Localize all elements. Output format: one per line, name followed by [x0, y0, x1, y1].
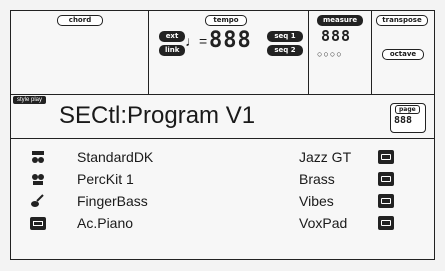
transpose-cell: transpose octave: [372, 11, 434, 94]
link-indicator: link: [159, 45, 185, 56]
seq2-indicator: seq 2: [267, 45, 303, 56]
tempo-label: tempo: [205, 15, 247, 26]
chord-cell: chord: [11, 11, 149, 94]
track-left-name: Ac.Piano: [77, 215, 134, 231]
track-right-name: VoxPad: [299, 215, 348, 231]
ext-indicator: ext: [159, 31, 185, 42]
page-title: SECtl:Program V1: [59, 102, 256, 129]
seq1-indicator: seq 1: [267, 31, 303, 42]
title-bar: style play SECtl:Program V1 page 888: [11, 95, 434, 139]
bass-guitar-icon: [31, 194, 44, 207]
track-row-4[interactable]: Ac.Piano VoxPad: [11, 213, 434, 235]
tempo-cell: tempo ext link ♩= 888 seq 1 seq 2: [149, 11, 309, 94]
octave-label: octave: [382, 49, 424, 60]
lcd-display: chord tempo ext link ♩= 888 seq 1 seq 2 …: [10, 10, 435, 260]
track-left-name: StandardDK: [77, 149, 154, 165]
track-row-2[interactable]: PercKit 1 Brass: [11, 169, 434, 191]
beat-indicators: ○○○○: [317, 49, 343, 59]
track-right-name: Brass: [299, 171, 335, 187]
page-value: 888: [394, 115, 413, 126]
keyboard-icon: [378, 172, 394, 186]
keyboard-icon: [378, 194, 394, 208]
measure-cell: measure 888 ○○○○: [309, 11, 372, 94]
tempo-value-display: 888: [209, 28, 252, 53]
page-label: page: [395, 105, 420, 114]
track-right-name: Vibes: [299, 193, 334, 209]
keyboard-icon: [30, 217, 46, 230]
track-right-name: Jazz GT: [299, 149, 352, 165]
track-row-3[interactable]: FingerBass Vibes: [11, 191, 434, 213]
tempo-note-glyph: ♩=: [185, 33, 208, 49]
keyboard-icon: [378, 216, 394, 230]
chord-label: chord: [57, 15, 103, 26]
measure-label: measure: [317, 15, 363, 26]
drum-kit-icon: [32, 151, 44, 163]
percussion-icon: [32, 174, 44, 185]
keyboard-icon: [378, 150, 394, 164]
track-left-name: PercKit 1: [77, 171, 134, 187]
track-left-name: FingerBass: [77, 193, 148, 209]
track-row-1[interactable]: StandardDK Jazz GT: [11, 147, 434, 169]
measure-value-display: 888: [321, 27, 352, 45]
transpose-label: transpose: [376, 15, 428, 26]
status-bar: chord tempo ext link ♩= 888 seq 1 seq 2 …: [11, 11, 434, 95]
style-play-badge: style play: [13, 96, 47, 104]
page-indicator[interactable]: page 888: [390, 103, 426, 133]
